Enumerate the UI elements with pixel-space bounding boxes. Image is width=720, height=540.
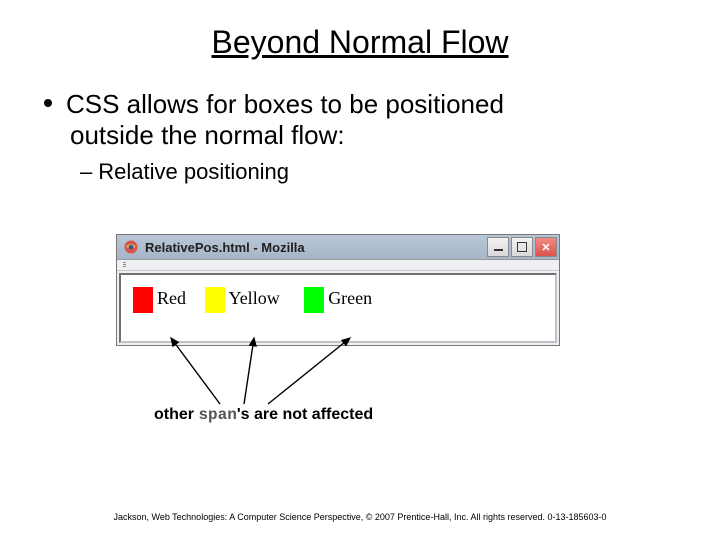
close-button[interactable]: ✕ bbox=[535, 237, 557, 257]
minimize-button[interactable] bbox=[487, 237, 509, 257]
bullet-level2: –Relative positioning bbox=[80, 159, 720, 185]
bullet-text-line1: CSS allows for boxes to be positioned bbox=[66, 89, 504, 119]
window-buttons: ✕ bbox=[487, 237, 557, 257]
green-swatch bbox=[304, 287, 324, 313]
maximize-icon bbox=[517, 242, 527, 252]
caption-prefix: other bbox=[154, 406, 198, 423]
bullet-text-line2: outside the normal flow: bbox=[70, 120, 345, 150]
yellow-swatch bbox=[205, 287, 225, 313]
browser-window: RelativePos.html - Mozilla ✕ Red Yellow … bbox=[116, 234, 560, 346]
green-label: Green bbox=[328, 288, 372, 309]
dash-icon: – bbox=[80, 159, 92, 184]
close-icon: ✕ bbox=[541, 241, 550, 254]
toolbar-handle-icon bbox=[123, 262, 126, 268]
menubar bbox=[117, 260, 559, 271]
bullet-level1: CSS allows for boxes to be positioned ou… bbox=[44, 89, 720, 151]
red-swatch bbox=[133, 287, 153, 313]
page-content: Red Yellow Green bbox=[119, 273, 557, 343]
footer-copyright: Jackson, Web Technologies: A Computer Sc… bbox=[0, 512, 720, 522]
slide-title: Beyond Normal Flow bbox=[0, 0, 720, 61]
bullet-dot-icon bbox=[44, 99, 52, 107]
caption: other span's are not affected bbox=[154, 406, 373, 424]
minimize-icon bbox=[494, 249, 503, 251]
bullet-sub-text: Relative positioning bbox=[98, 159, 289, 184]
caption-suffix: 's are not affected bbox=[237, 406, 373, 423]
red-label: Red bbox=[157, 288, 186, 309]
mozilla-app-icon bbox=[123, 239, 139, 255]
maximize-button[interactable] bbox=[511, 237, 533, 257]
window-title: RelativePos.html - Mozilla bbox=[145, 240, 487, 255]
caption-code: span bbox=[198, 406, 236, 424]
titlebar: RelativePos.html - Mozilla ✕ bbox=[117, 235, 559, 260]
yellow-label: Yellow bbox=[229, 288, 280, 309]
